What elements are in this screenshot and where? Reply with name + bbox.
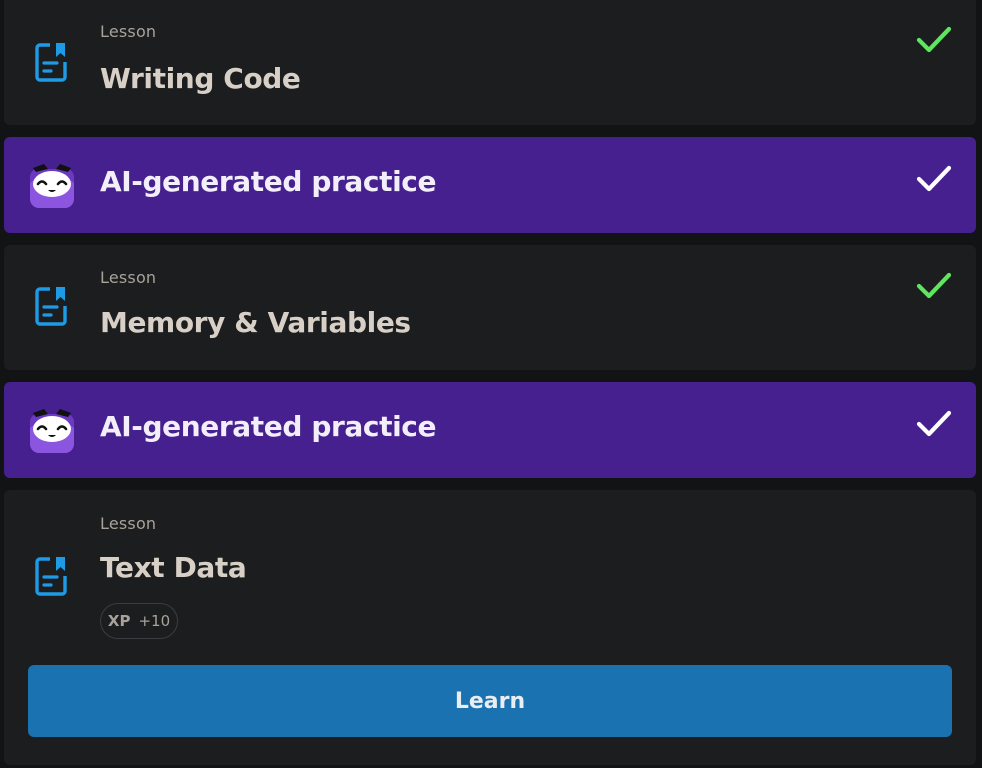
- xp-label: XP: [107, 612, 131, 630]
- checkmark-icon: [916, 26, 952, 53]
- xp-value: +10: [138, 612, 171, 630]
- document-bookmark-icon: [35, 43, 67, 82]
- checkmark-icon: [916, 410, 952, 437]
- lesson-kicker: Lesson: [100, 514, 157, 533]
- ai-mascot-icon: [30, 409, 74, 453]
- lesson-card-writing-code[interactable]: Lesson Writing Code: [4, 0, 976, 125]
- checkmark-icon: [916, 272, 952, 299]
- lesson-kicker: Lesson: [100, 22, 157, 41]
- document-bookmark-icon: [35, 287, 67, 326]
- course-lesson-list: Lesson Writing Code AI-generated practic…: [0, 0, 982, 768]
- lesson-title: Writing Code: [100, 62, 301, 95]
- ai-mascot-icon: [30, 164, 74, 208]
- ai-practice-title: AI-generated practice: [100, 410, 437, 443]
- ai-practice-card[interactable]: AI-generated practice: [4, 382, 976, 478]
- learn-button[interactable]: Learn: [28, 665, 952, 737]
- ai-practice-card[interactable]: AI-generated practice: [4, 137, 976, 233]
- lesson-kicker: Lesson: [100, 268, 157, 287]
- ai-practice-title: AI-generated practice: [100, 165, 437, 198]
- lesson-title: Text Data: [100, 551, 247, 584]
- xp-badge: XP +10: [100, 603, 178, 639]
- lesson-card-text-data: Lesson Text Data XP +10 Learn: [4, 490, 976, 765]
- document-bookmark-icon: [35, 557, 67, 596]
- lesson-title: Memory & Variables: [100, 306, 411, 339]
- lesson-card-memory-variables[interactable]: Lesson Memory & Variables: [4, 245, 976, 370]
- checkmark-icon: [916, 165, 952, 192]
